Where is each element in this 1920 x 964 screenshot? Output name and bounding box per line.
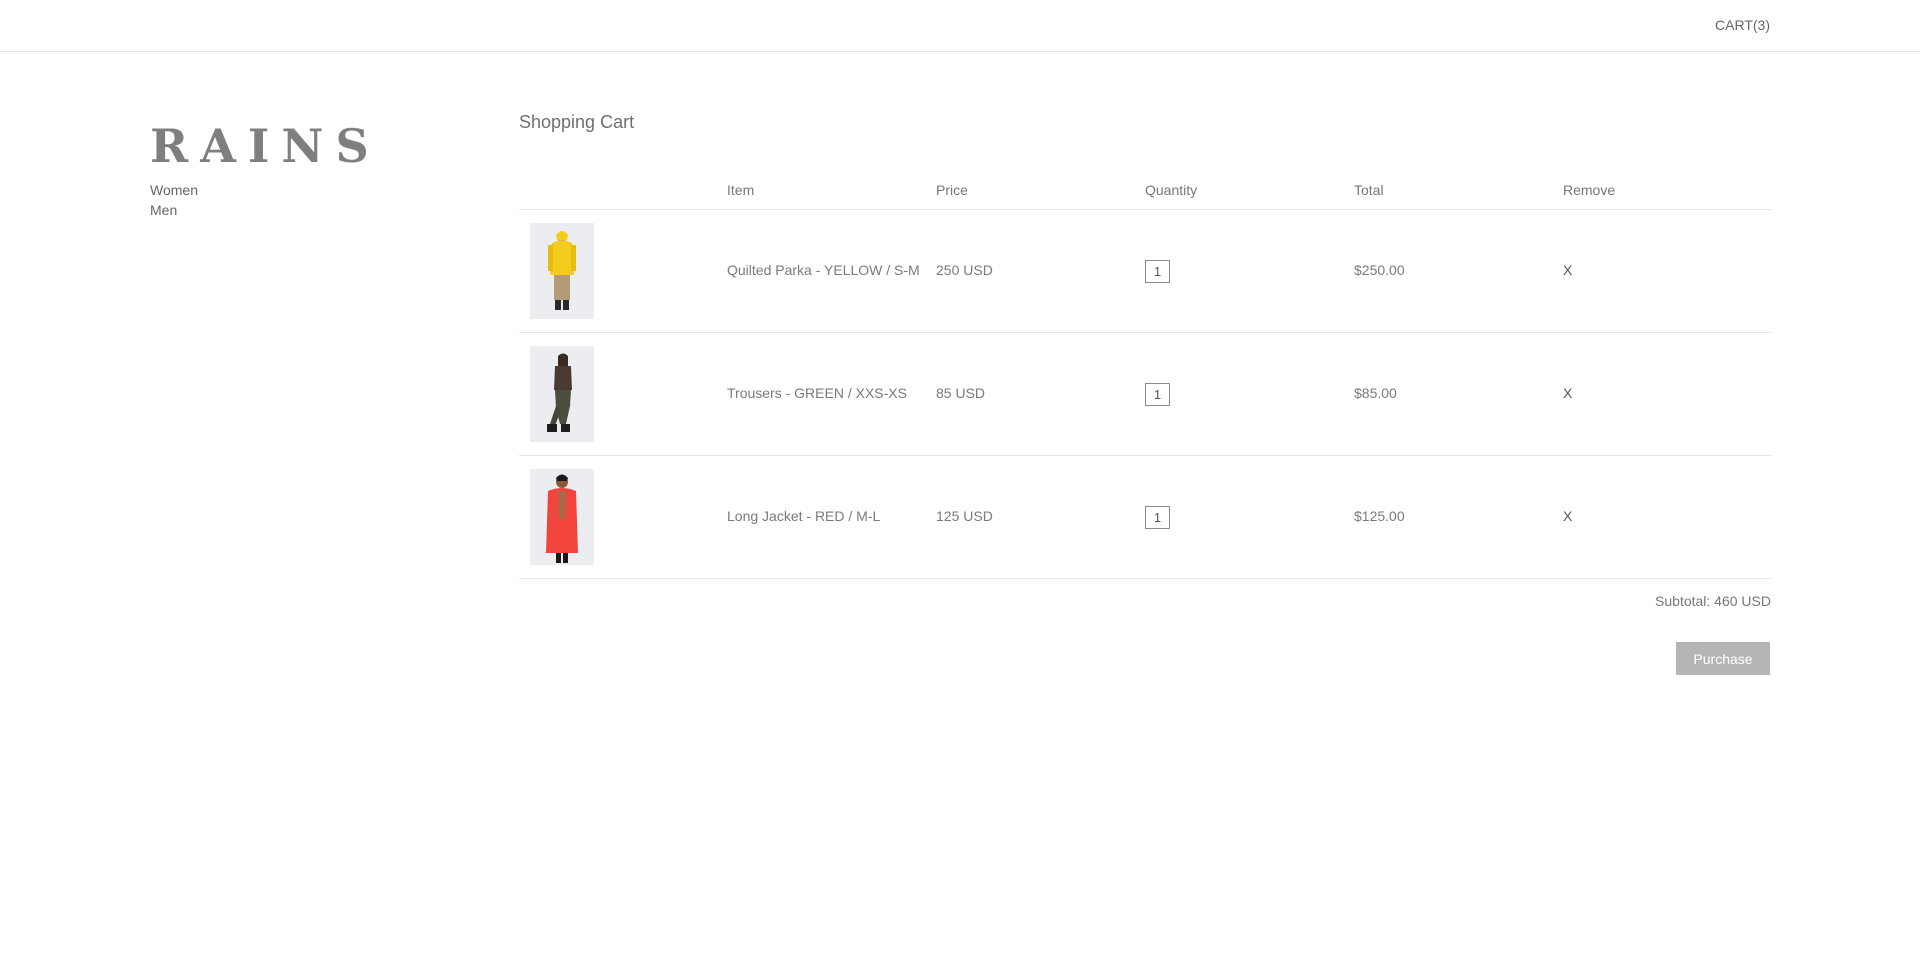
- cart-table-header: Item Price Quantity Total Remove: [519, 182, 1771, 210]
- remove-item-button[interactable]: X: [1563, 262, 1572, 278]
- product-thumbnail[interactable]: [530, 469, 594, 565]
- product-thumbnail[interactable]: [530, 346, 594, 442]
- nav-item-women[interactable]: Women: [150, 180, 410, 200]
- item-price: 125 USD: [936, 508, 993, 524]
- item-name: Trousers - GREEN / XXS-XS: [727, 385, 907, 401]
- brand-logo[interactable]: RAINS: [150, 120, 410, 172]
- cart-row: Trousers - GREEN / XXS-XS 85 USD $85.00 …: [519, 333, 1771, 456]
- quantity-input[interactable]: [1145, 383, 1170, 406]
- remove-item-button[interactable]: X: [1563, 508, 1572, 524]
- item-total: $250.00: [1354, 262, 1405, 278]
- quantity-input[interactable]: [1145, 506, 1170, 529]
- cart-table: Item Price Quantity Total Remove Quilted…: [519, 182, 1771, 609]
- category-nav: Women Men: [150, 180, 410, 220]
- item-price: 250 USD: [936, 262, 993, 278]
- item-name: Quilted Parka - YELLOW / S-M: [727, 262, 920, 278]
- cart-subtotal: Subtotal: 460 USD: [1655, 593, 1771, 609]
- cart-link[interactable]: CART(3): [1715, 17, 1770, 33]
- top-bar: CART(3): [0, 0, 1920, 52]
- model-green-trousers-icon: [530, 346, 594, 442]
- cart-main: Shopping Cart Item Price Quantity Total …: [519, 110, 1771, 609]
- item-total: $125.00: [1354, 508, 1405, 524]
- product-thumbnail[interactable]: [530, 223, 594, 319]
- item-name: Long Jacket - RED / M-L: [727, 508, 881, 524]
- item-total: $85.00: [1354, 385, 1397, 401]
- sidebar: RAINS Women Men: [150, 120, 410, 220]
- column-header-remove: Remove: [1563, 182, 1616, 198]
- cart-row: Long Jacket - RED / M-L 125 USD $125.00 …: [519, 456, 1771, 579]
- cart-row: Quilted Parka - YELLOW / S-M 250 USD $25…: [519, 210, 1771, 333]
- column-header-total: Total: [1354, 182, 1384, 198]
- model-red-jacket-icon: [530, 469, 594, 565]
- quantity-input[interactable]: [1145, 260, 1170, 283]
- item-price: 85 USD: [936, 385, 986, 401]
- model-yellow-parka-icon: [530, 223, 594, 319]
- purchase-button[interactable]: Purchase: [1676, 642, 1770, 675]
- page-title: Shopping Cart: [519, 112, 635, 132]
- nav-item-men[interactable]: Men: [150, 200, 410, 220]
- remove-item-button[interactable]: X: [1563, 385, 1572, 401]
- column-header-item: Item: [727, 182, 755, 198]
- column-header-quantity: Quantity: [1145, 182, 1198, 198]
- column-header-price: Price: [936, 182, 968, 198]
